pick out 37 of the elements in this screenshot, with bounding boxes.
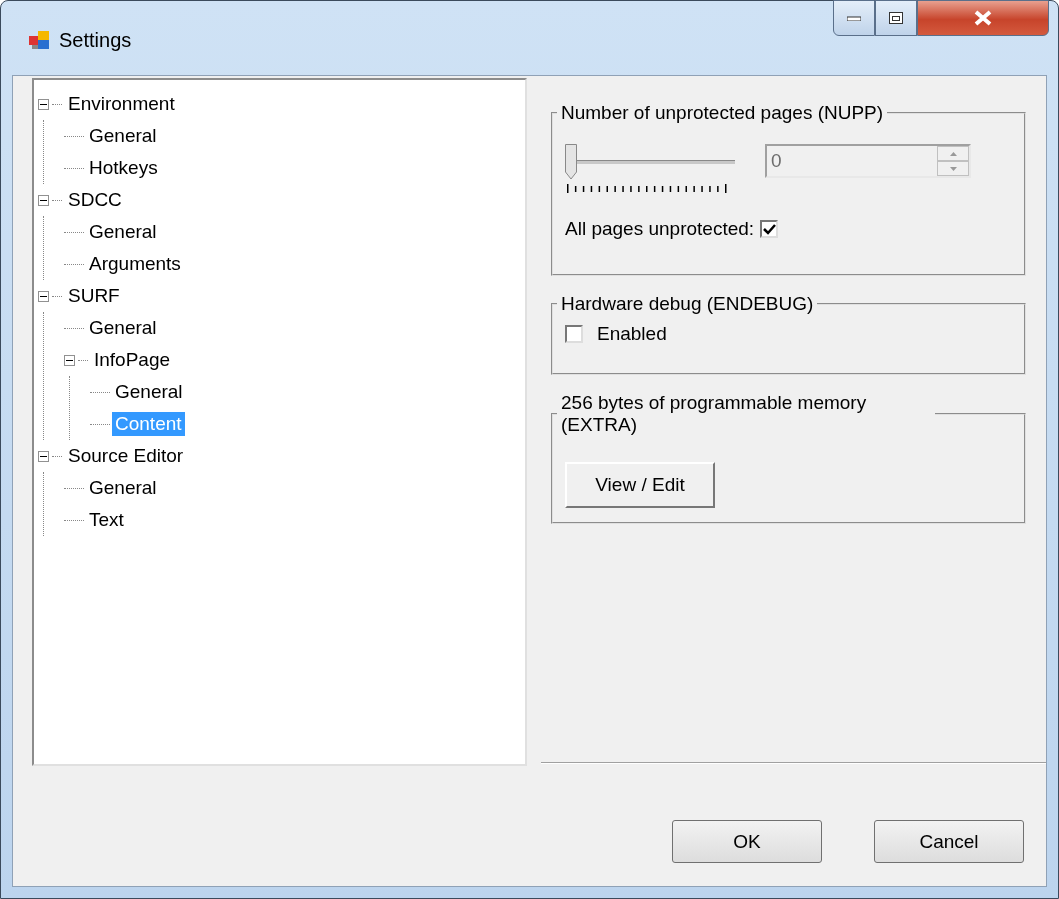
app-icon <box>29 31 49 49</box>
collapse-icon[interactable] <box>64 354 75 366</box>
checkbox-label: All pages unprotected: <box>565 218 755 240</box>
ok-button[interactable]: OK <box>672 820 822 863</box>
close-button[interactable] <box>917 0 1049 36</box>
tree-item[interactable]: Hotkeys <box>86 156 161 180</box>
checkbox-label: Enabled <box>597 323 667 345</box>
tree-item[interactable]: Source Editor <box>65 444 187 468</box>
checkbox[interactable] <box>565 325 583 343</box>
tree-item[interactable]: General <box>86 476 160 500</box>
tree-item[interactable]: InfoPage <box>91 348 174 372</box>
view-edit-button[interactable]: View / Edit <box>565 462 715 508</box>
tree-item[interactable]: SDCC <box>65 188 125 212</box>
cancel-button[interactable]: Cancel <box>874 820 1024 863</box>
collapse-icon[interactable] <box>38 290 49 302</box>
close-icon <box>973 10 993 26</box>
collapse-icon[interactable] <box>38 194 49 206</box>
maximize-button[interactable] <box>875 0 917 36</box>
group-title: Number of unprotected pages (NUPP) <box>560 102 885 124</box>
group-title: Hardware debug (ENDEBUG) <box>560 293 815 315</box>
tree-item[interactable]: SURF <box>65 284 123 308</box>
window-title: Settings <box>59 29 132 52</box>
collapse-icon[interactable] <box>38 98 49 110</box>
tree-item[interactable]: General <box>86 220 160 244</box>
minimize-icon <box>847 15 861 21</box>
collapse-icon[interactable] <box>38 450 49 462</box>
group-title: 256 bytes of programmable memory (EXTRA) <box>560 392 868 436</box>
slider-thumb[interactable] <box>565 144 577 180</box>
tree-item[interactable]: General <box>86 316 160 340</box>
tree-item[interactable]: General <box>86 124 160 148</box>
tree-item[interactable]: Environment <box>65 92 178 116</box>
tree-item[interactable]: Text <box>86 508 127 532</box>
minimize-button[interactable] <box>833 0 875 36</box>
maximize-icon <box>889 12 903 24</box>
tree-item[interactable]: Arguments <box>86 252 184 276</box>
checkbox[interactable] <box>760 220 779 238</box>
tree-item[interactable]: General <box>112 380 186 404</box>
